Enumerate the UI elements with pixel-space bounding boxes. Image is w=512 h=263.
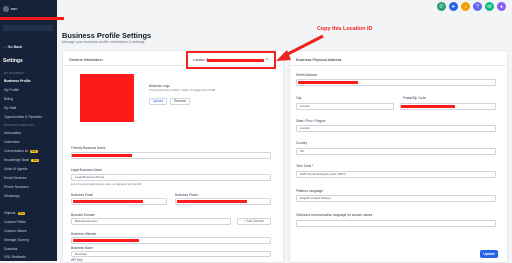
annotation-arrow <box>186 34 324 69</box>
annotation-arrow-head <box>276 50 291 61</box>
annotation-highlight-box <box>186 51 276 69</box>
